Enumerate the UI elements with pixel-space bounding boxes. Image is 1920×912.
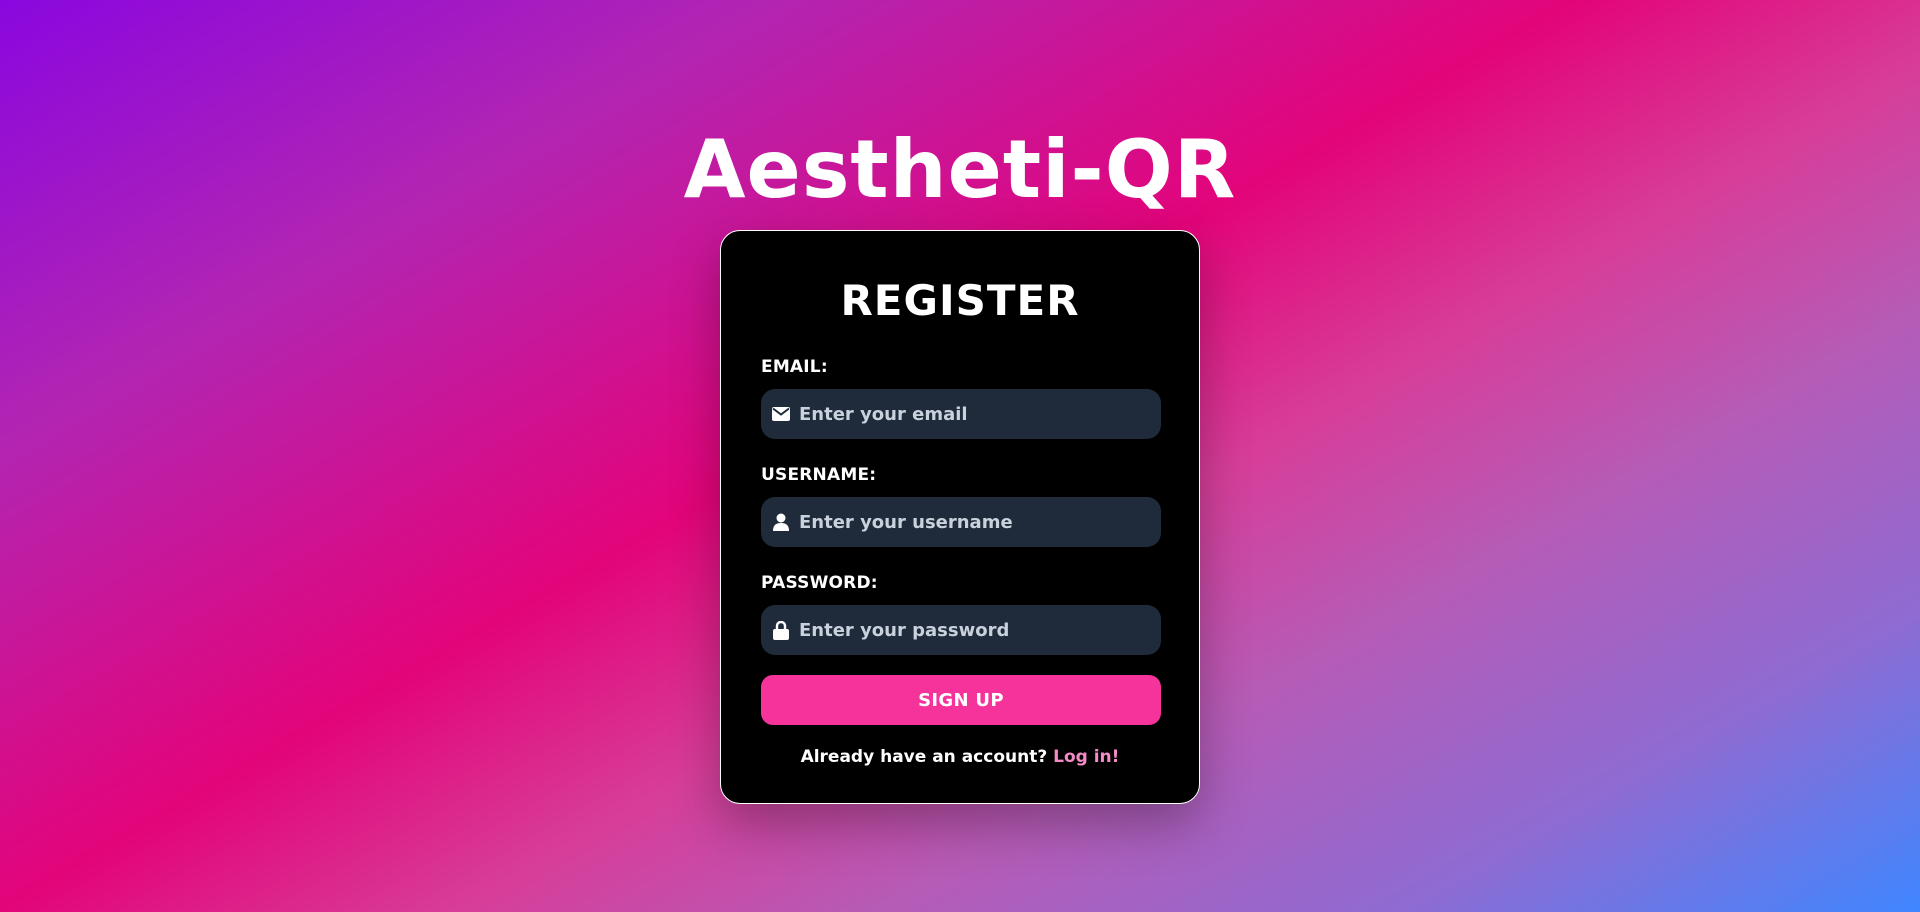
email-input[interactable] bbox=[799, 389, 1149, 439]
register-card: REGISTER EMAIL: USERNAME: PA bbox=[720, 230, 1200, 804]
password-field-group: PASSWORD: bbox=[761, 573, 1161, 655]
login-link[interactable]: Log in! bbox=[1053, 747, 1119, 767]
email-field-group: EMAIL: bbox=[761, 357, 1161, 439]
email-input-wrapper[interactable] bbox=[761, 389, 1161, 439]
username-input-wrapper[interactable] bbox=[761, 497, 1161, 547]
username-input[interactable] bbox=[799, 497, 1149, 547]
email-label: EMAIL: bbox=[761, 357, 828, 377]
login-prompt-line: Already have an account? Log in! bbox=[761, 747, 1159, 767]
register-title: REGISTER bbox=[840, 276, 1080, 325]
password-input[interactable] bbox=[799, 605, 1149, 655]
username-label: USERNAME: bbox=[761, 465, 877, 485]
sign-up-button[interactable]: SIGN UP bbox=[761, 675, 1161, 725]
lock-icon bbox=[771, 620, 791, 640]
login-prompt-text: Already have an account? bbox=[800, 747, 1048, 767]
password-label: PASSWORD: bbox=[761, 573, 878, 593]
app-title: Aestheti-QR bbox=[683, 123, 1237, 216]
password-input-wrapper[interactable] bbox=[761, 605, 1161, 655]
envelope-icon bbox=[771, 404, 791, 424]
user-icon bbox=[771, 512, 791, 532]
username-field-group: USERNAME: bbox=[761, 465, 1161, 547]
